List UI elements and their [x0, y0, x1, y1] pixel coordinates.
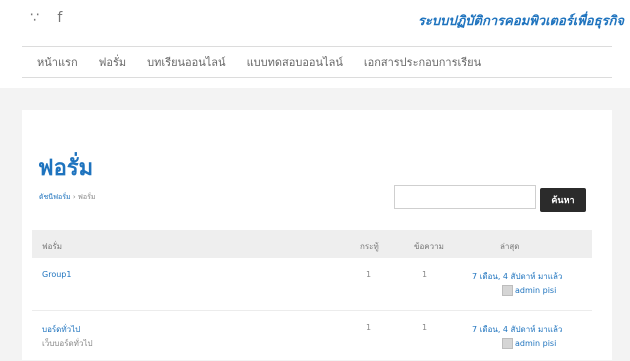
posts-count: 1 — [422, 323, 428, 332]
last-post-time[interactable]: 7 เดือน, 4 สัปดาห์ มาแล้ว — [472, 323, 562, 336]
column-header-latest: ล่าสุด — [500, 242, 520, 251]
last-post-user: admin pisi — [502, 338, 556, 349]
breadcrumb-forum-index[interactable]: ดัชนีฟอรั่ม — [39, 193, 71, 201]
forum-link[interactable]: บอร์ดทั่วไป — [42, 323, 80, 336]
nav-item-online-lessons[interactable]: บทเรียนออนไลน์ — [147, 53, 225, 71]
breadcrumb-separator: › — [72, 193, 76, 201]
table-row: บอร์ดทั่วไป เว็บบอร์ดทั่วไป 1 1 7 เดือน,… — [32, 310, 592, 361]
user-link[interactable]: admin pisi — [515, 286, 556, 295]
main-content: ฟอรั่ม ดัชนีฟอรั่ม › ฟอรั่ม ค้นหา ฟอรั่ม… — [22, 110, 612, 360]
forum-link[interactable]: Group1 — [42, 270, 71, 279]
site-title[interactable]: ระบบปฏิบัติการคอมพิวเตอร์เพื่อธุรกิจ — [418, 10, 624, 31]
nav-item-home[interactable]: หน้าแรก — [37, 53, 78, 71]
breadcrumb: ดัชนีฟอรั่ม › ฟอรั่ม — [39, 192, 95, 203]
last-post-time[interactable]: 7 เดือน, 4 สัปดาห์ มาแล้ว — [472, 270, 562, 283]
table-row: Group1 1 1 7 เดือน, 4 สัปดาห์ มาแล้ว adm… — [32, 258, 592, 308]
column-header-posts: ข้อความ — [414, 242, 444, 251]
facebook-icon[interactable]: f — [57, 10, 62, 26]
search-input[interactable] — [394, 185, 536, 209]
rss-icon[interactable]: ∵ — [30, 10, 39, 26]
page-title: ฟอรั่ม — [38, 156, 94, 181]
column-header-forum: ฟอรั่ม — [42, 242, 63, 251]
nav-item-documents[interactable]: เอกสารประกอบการเรียน — [364, 53, 481, 71]
user-link[interactable]: admin pisi — [515, 339, 556, 348]
topics-count: 1 — [366, 323, 372, 332]
nav-item-online-tests[interactable]: แบบทดสอบออนไลน์ — [247, 53, 343, 71]
topics-count: 1 — [366, 270, 372, 279]
forum-description: เว็บบอร์ดทั่วไป — [42, 339, 93, 348]
last-post-user: admin pisi — [502, 285, 556, 296]
user-avatar-icon — [502, 285, 513, 296]
user-avatar-icon — [502, 338, 513, 349]
main-nav: หน้าแรก ฟอรั่ม บทเรียนออนไลน์ แบบทดสอบออ… — [22, 46, 612, 78]
top-header: ∵ f ระบบปฏิบัติการคอมพิวเตอร์เพื่อธุรกิจ… — [0, 0, 630, 88]
breadcrumb-current: ฟอรั่ม — [77, 193, 96, 201]
table-header: ฟอรั่ม กระทู้ ข้อความ ล่าสุด — [32, 230, 592, 258]
search-button[interactable]: ค้นหา — [540, 188, 586, 212]
posts-count: 1 — [422, 270, 428, 279]
column-header-topics: กระทู้ — [360, 242, 379, 251]
forum-table: ฟอรั่ม กระทู้ ข้อความ ล่าสุด Group1 1 1 … — [32, 230, 592, 360]
nav-item-forum[interactable]: ฟอรั่ม — [99, 53, 127, 71]
social-links: ∵ f — [30, 10, 76, 26]
